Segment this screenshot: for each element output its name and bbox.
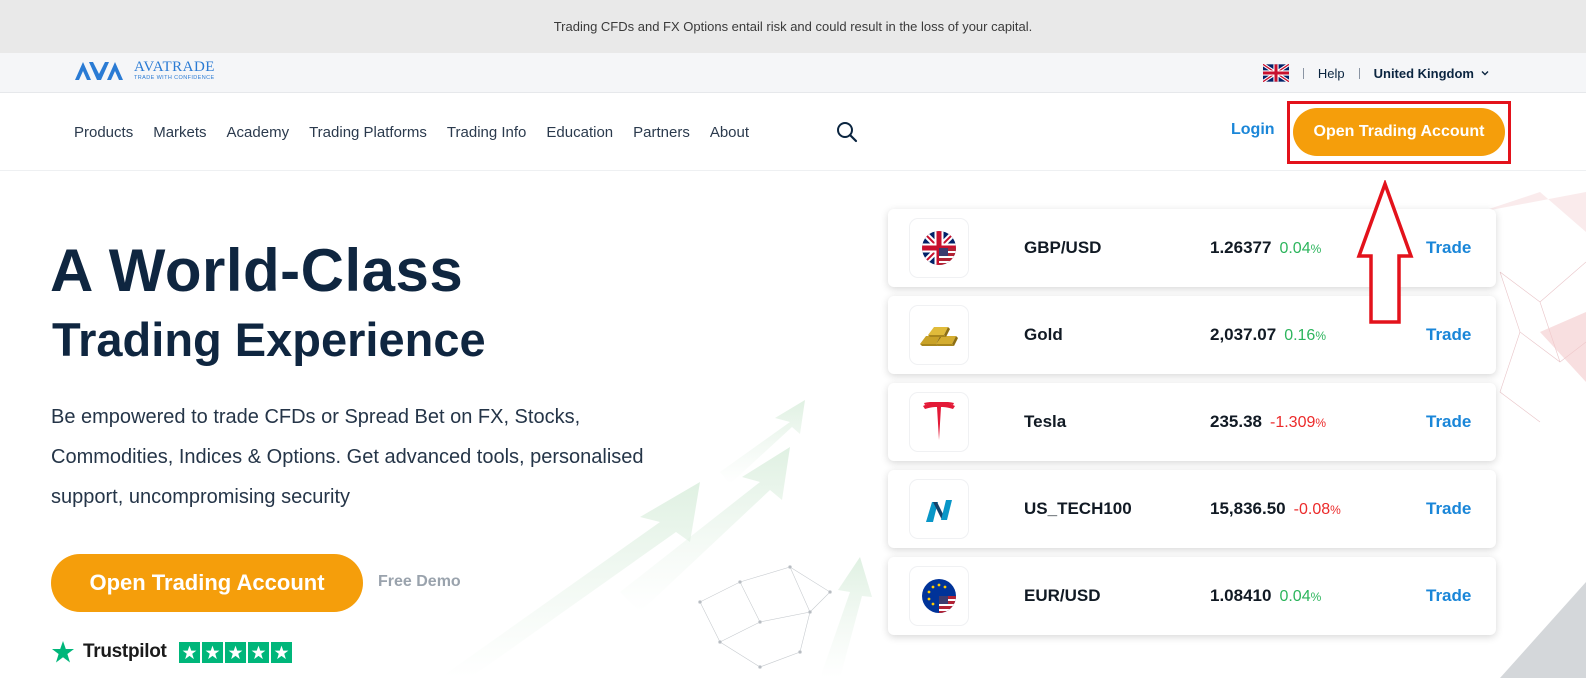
change-value: -0.08 (1293, 501, 1331, 518)
nav-partners[interactable]: Partners (633, 124, 690, 141)
price-change: -1.309% (1270, 414, 1326, 431)
quote-price: 235.38 -1.309% (1210, 412, 1326, 432)
annotation-arrow-icon (1356, 180, 1414, 324)
price-value: 235.38 (1210, 412, 1262, 431)
gbp-usd-flag-icon (910, 219, 968, 277)
tesla-logo-icon (910, 393, 968, 451)
quote-card-eur-usd[interactable]: EUR/USD 1.08410 0.04% Trade (888, 557, 1496, 635)
rating-star-icon (201, 641, 223, 663)
price-value: 2,037.07 (1210, 325, 1277, 344)
nav-about[interactable]: About (710, 124, 749, 141)
price-value: 15,836.50 (1210, 499, 1286, 518)
percent-sign: % (1330, 503, 1341, 517)
percent-sign: % (1315, 329, 1326, 343)
rating-star-icon (178, 641, 200, 663)
eur-usd-flag-icon (910, 567, 968, 625)
open-trading-account-button-hero[interactable]: Open Trading Account (51, 554, 363, 612)
change-value: 0.04 (1279, 240, 1311, 257)
login-link[interactable]: Login (1231, 121, 1275, 139)
highlight-box (1287, 101, 1511, 164)
nav-products[interactable]: Products (74, 124, 133, 141)
logo-tagline: TRADE WITH CONFIDENCE (134, 75, 215, 82)
search-icon[interactable] (836, 121, 858, 143)
logo-name: AVATRADE (134, 59, 215, 76)
trade-button[interactable]: Trade (1426, 412, 1471, 432)
quote-card-us-tech100[interactable]: US_TECH100 15,836.50 -0.08% Trade (888, 470, 1496, 548)
price-change: 0.04% (1279, 588, 1321, 605)
quote-instrument-name: GBP/USD (1024, 238, 1102, 257)
nav-trading-info[interactable]: Trading Info (447, 124, 527, 141)
hero-title-line1: A World-Class (50, 237, 464, 304)
avatrade-logo[interactable]: AVATRADE TRADE WITH CONFIDENCE (74, 60, 215, 82)
country-label: United Kingdom (1373, 65, 1474, 81)
quote-price: 1.26377 0.04% (1210, 238, 1321, 258)
uk-flag-icon[interactable] (1262, 64, 1289, 82)
nasdaq-logo-icon (910, 480, 968, 538)
hero-title-line2: Trading Experience (52, 313, 486, 366)
price-value: 1.26377 (1210, 238, 1272, 257)
quote-price: 1.08410 0.04% (1210, 586, 1321, 606)
trade-button[interactable]: Trade (1426, 238, 1471, 258)
percent-sign: % (1315, 416, 1327, 430)
nav-markets[interactable]: Markets (153, 124, 206, 141)
quote-card-tesla[interactable]: Tesla 235.38 -1.309% Trade (888, 383, 1496, 461)
nav-education[interactable]: Education (546, 124, 613, 141)
price-change: -0.08% (1294, 501, 1341, 518)
hero-description: Be empowered to trade CFDs or Spread Bet… (51, 406, 644, 508)
trustpilot-rating-stars (178, 641, 292, 663)
price-value: 1.08410 (1210, 586, 1272, 605)
free-demo-link[interactable]: Free Demo (378, 573, 461, 591)
change-value: -1.309 (1270, 414, 1316, 431)
rating-star-icon (224, 641, 246, 663)
separator (1302, 67, 1304, 79)
rating-star-icon (270, 641, 292, 663)
quote-price: 2,037.07 0.16% (1210, 325, 1326, 345)
trade-button[interactable]: Trade (1426, 586, 1471, 606)
utility-bar: AVATRADE TRADE WITH CONFIDENCE Help Unit… (0, 53, 1586, 93)
country-selector[interactable]: United Kingdom (1374, 66, 1490, 81)
quote-instrument-name: US_TECH100 (1024, 499, 1132, 518)
trustpilot-badge[interactable]: Trustpilot (51, 640, 292, 664)
price-change: 0.16% (1284, 327, 1326, 344)
trustpilot-star-icon (52, 641, 74, 663)
change-value: 0.16 (1284, 327, 1316, 344)
quote-instrument-name: EUR/USD (1024, 586, 1101, 605)
nav-trading-platforms[interactable]: Trading Platforms (309, 124, 427, 141)
quote-instrument-name: Gold (1024, 325, 1063, 344)
percent-sign: % (1310, 590, 1322, 604)
chevron-down-icon (1481, 71, 1489, 76)
trade-button[interactable]: Trade (1426, 325, 1471, 345)
trustpilot-label: Trustpilot (83, 641, 167, 662)
gold-bars-icon (910, 306, 968, 364)
nav-academy[interactable]: Academy (227, 124, 290, 141)
risk-warning-banner: Trading CFDs and FX Options entail risk … (0, 0, 1586, 53)
quote-instrument-name: Tesla (1024, 412, 1067, 431)
rating-star-icon (247, 641, 269, 663)
price-change: 0.04% (1279, 240, 1321, 257)
risk-warning-text: Trading CFDs and FX Options entail risk … (553, 19, 1033, 34)
avatrade-logo-icon (75, 62, 123, 80)
quote-price: 15,836.50 -0.08% (1210, 499, 1341, 519)
percent-sign: % (1310, 242, 1322, 256)
change-value: 0.04 (1279, 588, 1311, 605)
separator (1358, 67, 1360, 79)
help-link[interactable]: Help (1318, 66, 1345, 81)
trade-button[interactable]: Trade (1426, 499, 1471, 519)
